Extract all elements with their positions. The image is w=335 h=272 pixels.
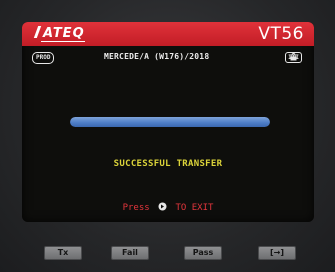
progress-bar-fill [70,117,270,127]
back-button[interactable]: [→] [258,246,296,260]
fail-button[interactable]: Fail [111,246,149,260]
tx-button[interactable]: Tx [44,246,82,260]
mode-badge: PROD [32,52,55,64]
brand-logo: ATEQ [33,25,85,42]
key-icon [158,202,167,211]
device-model: VT56 [258,24,304,44]
exit-prefix: Press [122,203,150,213]
display-screen: ATEQ VT56 PROD MERCEDE/A (W176)/2018 III… [22,22,314,222]
title-bar: ATEQ VT56 [22,22,314,46]
battery-icon: III [285,52,302,63]
info-bar: PROD MERCEDE/A (W176)/2018 III [22,46,314,66]
exit-suffix: TO EXIT [175,203,214,213]
exit-instruction: Press TO EXIT [22,202,314,214]
softkey-row: Tx Fail Pass [→] [0,246,335,260]
progress-bar [70,117,270,127]
vehicle-label: MERCEDE/A (W176)/2018 [104,52,210,61]
status-message: SUCCESSFUL TRANSFER [113,159,223,169]
pass-button[interactable]: Pass [184,246,222,260]
device-bezel: ATEQ VT56 PROD MERCEDE/A (W176)/2018 III… [0,0,335,272]
brand-name: ATEQ [41,26,85,42]
